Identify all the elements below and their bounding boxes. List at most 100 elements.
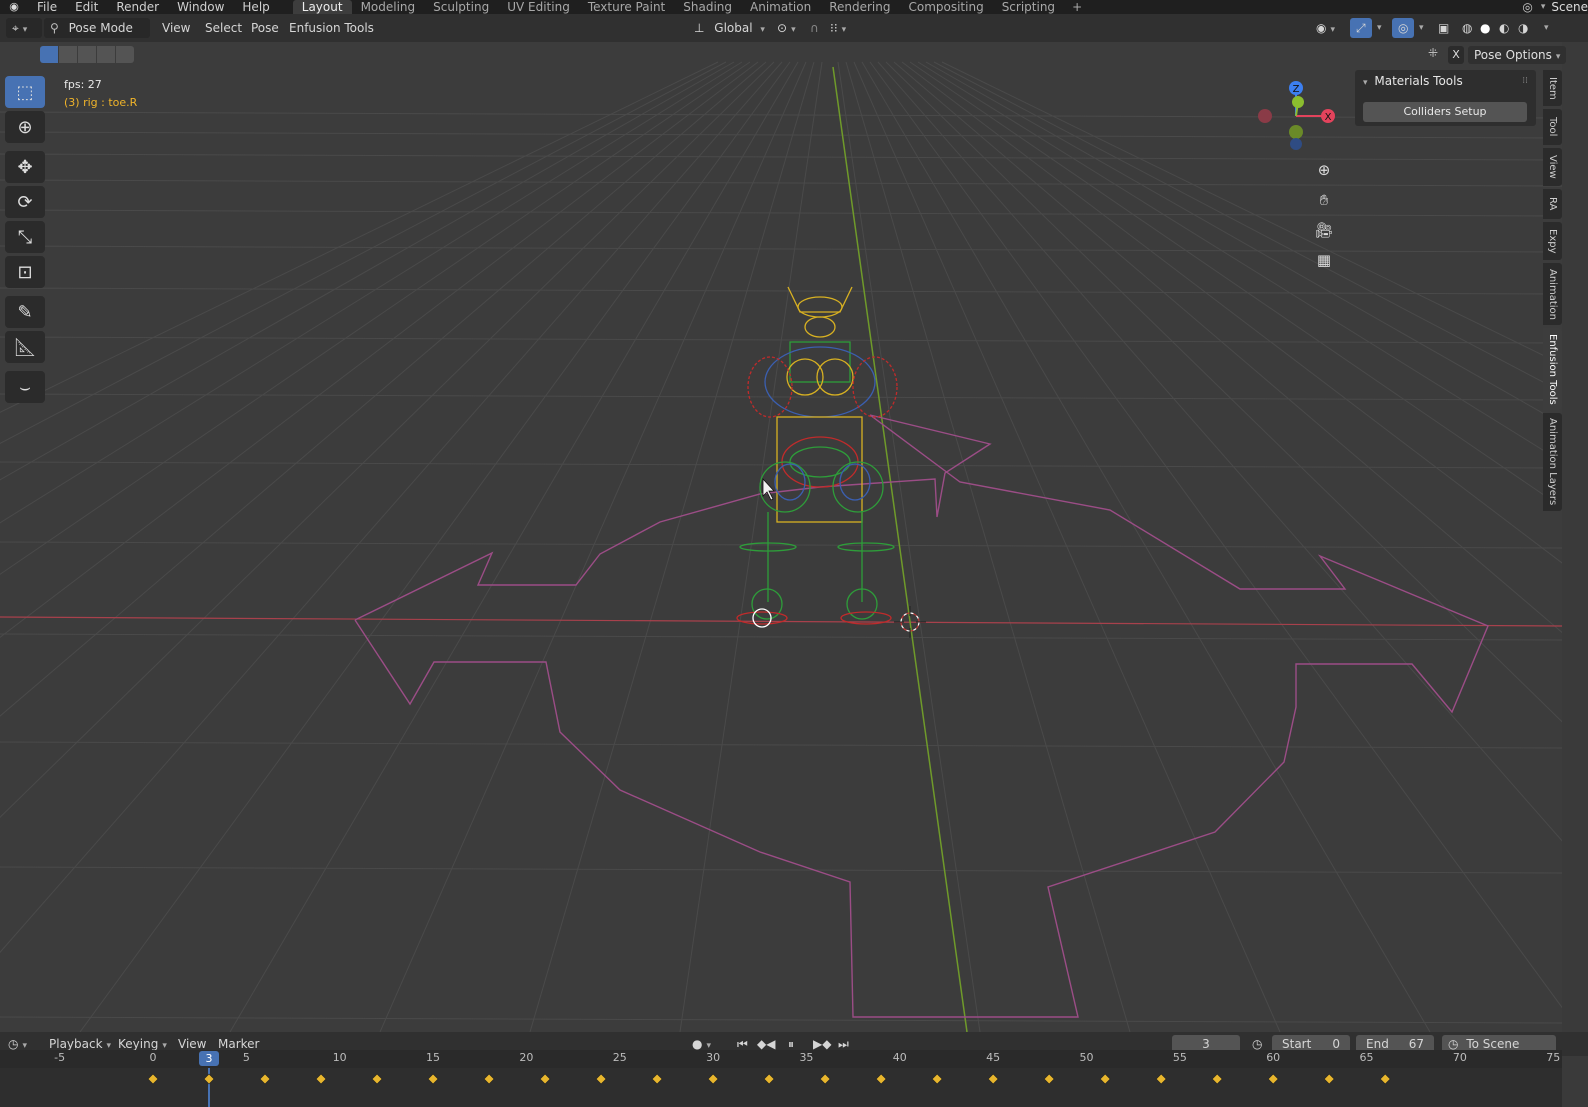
playhead-frame-badge[interactable]: 3 <box>199 1051 219 1066</box>
annotate-tool[interactable]: ✎ <box>5 296 45 328</box>
tab-view[interactable]: View <box>1543 148 1562 186</box>
gizmo-toggle[interactable]: ⤢ <box>1350 18 1372 38</box>
tab-rendering[interactable]: Rendering <box>820 0 899 14</box>
scale-tool[interactable]: ⤡ <box>5 221 45 253</box>
y-axis-line <box>832 66 968 1032</box>
material-shading-icon: ◐ <box>1499 21 1510 35</box>
visibility-selector[interactable]: ◉ ▾ <box>1316 18 1335 38</box>
menu-file[interactable]: File <box>28 0 66 14</box>
overlay-toggle[interactable]: ◎ <box>1392 18 1415 38</box>
select-box-tool[interactable]: ⬚ <box>5 76 45 108</box>
select-extend-icon[interactable] <box>59 46 77 63</box>
scene-selector[interactable]: ◎ ▾ Scene <box>1522 0 1588 14</box>
perspective-grid-icon[interactable]: ▦ <box>1311 247 1337 273</box>
keyframe-diamond-icon <box>371 1073 383 1085</box>
mode-label: Pose Mode <box>68 21 133 35</box>
tab-compositing[interactable]: Compositing <box>899 0 992 14</box>
keyframe-diamond-icon <box>259 1073 271 1085</box>
tab-ra[interactable]: RA <box>1543 189 1562 219</box>
sidebar-panel: ▾ Materials Tools ⁞⁞ Colliders Setup <box>1355 70 1536 126</box>
panel-header[interactable]: ▾ Materials Tools <box>1363 74 1463 88</box>
blender-logo-icon[interactable]: ◉ <box>6 1 22 13</box>
tab-item[interactable]: Item <box>1543 70 1562 106</box>
rotate-tool[interactable]: ⟳ <box>5 186 45 218</box>
tab-uv-editing[interactable]: UV Editing <box>498 0 579 14</box>
shading-solid-button[interactable]: ● <box>1480 18 1490 38</box>
pose-options-dropdown[interactable]: Pose Options ▾ <box>1468 46 1567 64</box>
shading-dropdown-chevron-icon[interactable]: ▾ <box>1544 18 1549 38</box>
timeline-keyframes-area[interactable] <box>0 1068 1562 1107</box>
chevron-down-icon: ▾ <box>22 25 28 35</box>
add-workspace-icon[interactable]: + <box>1064 0 1090 14</box>
menu-select[interactable]: Select <box>205 18 242 38</box>
curve-tool[interactable]: ⌣ <box>5 371 45 403</box>
navigation-gizmo[interactable]: Z X <box>1256 78 1346 154</box>
snap-target-selector[interactable]: ⁝⁝ ▾ <box>830 18 846 38</box>
tab-shading[interactable]: Shading <box>674 0 741 14</box>
tab-animation-layers[interactable]: Animation Layers <box>1543 413 1562 511</box>
keyframe-track <box>147 1068 1391 1107</box>
menu-window[interactable]: Window <box>168 0 233 14</box>
menu-pose[interactable]: Pose <box>251 18 279 38</box>
transform-tool[interactable]: ⊡ <box>5 256 45 288</box>
camera-icon[interactable]: 🎥︎ <box>1311 217 1337 243</box>
transform-icon: ⊡ <box>17 261 33 283</box>
menu-render[interactable]: Render <box>107 0 168 14</box>
menu-enfusion-tools[interactable]: Enfusion Tools <box>289 18 374 38</box>
ruler-tick-label: 10 <box>332 1051 347 1064</box>
tab-sculpting[interactable]: Sculpting <box>424 0 498 14</box>
keyframe-diamond-icon <box>651 1073 663 1085</box>
tab-animation[interactable]: Animation <box>741 0 820 14</box>
shading-material-button[interactable]: ◐ <box>1499 18 1509 38</box>
zoom-icon[interactable]: ⊕ <box>1311 157 1337 183</box>
tool-shelf: ⬚ ⊕ ✥ ⟳ ⤡ ⊡ ✎ 📐︎ ⌣ <box>5 76 47 406</box>
gizmo-icon: ⤢ <box>1356 21 1366 35</box>
drag-handle-icon[interactable]: ⁞⁞ <box>1522 76 1528 86</box>
overlay-dropdown-chevron-icon[interactable]: ▾ <box>1419 18 1424 38</box>
tab-scripting[interactable]: Scripting <box>993 0 1064 14</box>
chevron-down-icon: ▾ <box>760 25 765 35</box>
keyframe-diamond-icon <box>1211 1073 1223 1085</box>
shading-rendered-button[interactable]: ◑ <box>1518 18 1528 38</box>
xray-toggle[interactable]: ▣ <box>1438 18 1449 38</box>
end-label: End <box>1366 1037 1389 1051</box>
timeline-ruler[interactable]: -5 0 5 10 15 20 25 30 35 40 45 50 55 60 65 70 75 3 <box>0 1050 1562 1068</box>
select-intersect-icon[interactable] <box>116 46 134 63</box>
select-subtract-icon[interactable] <box>78 46 96 63</box>
gizmo-dropdown-chevron-icon[interactable]: ▾ <box>1377 18 1382 38</box>
tab-layout[interactable]: Layout <box>292 0 352 14</box>
tab-enfusion-tools-label: Enfusion Tools <box>1547 333 1558 405</box>
tab-enfusion-tools[interactable]: Enfusion Tools <box>1543 328 1562 410</box>
viewport-info: fps: 27 (3) rig : toe.R <box>64 76 137 112</box>
tab-animation[interactable]: Animation <box>1543 263 1562 325</box>
orientation-selector[interactable]: ⊥ Global ▾ <box>694 18 765 38</box>
overlay-icon: ◎ <box>1398 21 1409 35</box>
tab-expy[interactable]: Expy <box>1543 222 1562 260</box>
keyframe-diamond-icon <box>147 1073 159 1085</box>
select-invert-icon[interactable] <box>97 46 115 63</box>
move-tool[interactable]: ✥ <box>5 151 45 183</box>
tab-texture-paint[interactable]: Texture Paint <box>579 0 674 14</box>
measure-tool[interactable]: 📐︎ <box>5 331 45 363</box>
xray-icon: ▣ <box>1438 21 1450 35</box>
x-mirror-toggle[interactable]: X <box>1448 46 1464 64</box>
tab-modeling[interactable]: Modeling <box>352 0 425 14</box>
orientation-label: Global <box>714 21 753 35</box>
shading-wireframe-button[interactable]: ◍ <box>1462 18 1472 38</box>
snap-magnet-icon: ∩ <box>810 21 819 35</box>
menu-view[interactable]: View <box>162 18 190 38</box>
pivot-icon: ⊙ <box>777 21 788 35</box>
pivot-selector[interactable]: ⊙ ▾ <box>777 18 796 38</box>
snap-toggle[interactable]: ∩ <box>810 18 819 38</box>
mode-selector[interactable]: ⚲ Pose Mode ▾ <box>44 18 150 55</box>
tab-tool[interactable]: Tool <box>1543 109 1562 145</box>
menu-help[interactable]: Help <box>233 0 278 14</box>
mirror-pose-icon[interactable]: ⁜ <box>1428 46 1438 60</box>
select-new-icon[interactable] <box>40 46 58 63</box>
pan-hand-icon[interactable]: ✋︎ <box>1311 187 1337 213</box>
cursor-tool[interactable]: ⊕ <box>5 111 45 143</box>
menu-edit[interactable]: Edit <box>66 0 107 14</box>
colliders-setup-button[interactable]: Colliders Setup <box>1363 102 1527 122</box>
editor-type-button[interactable]: ⌖ ▾ <box>6 18 42 38</box>
eye-icon: ◉ <box>1316 21 1327 35</box>
